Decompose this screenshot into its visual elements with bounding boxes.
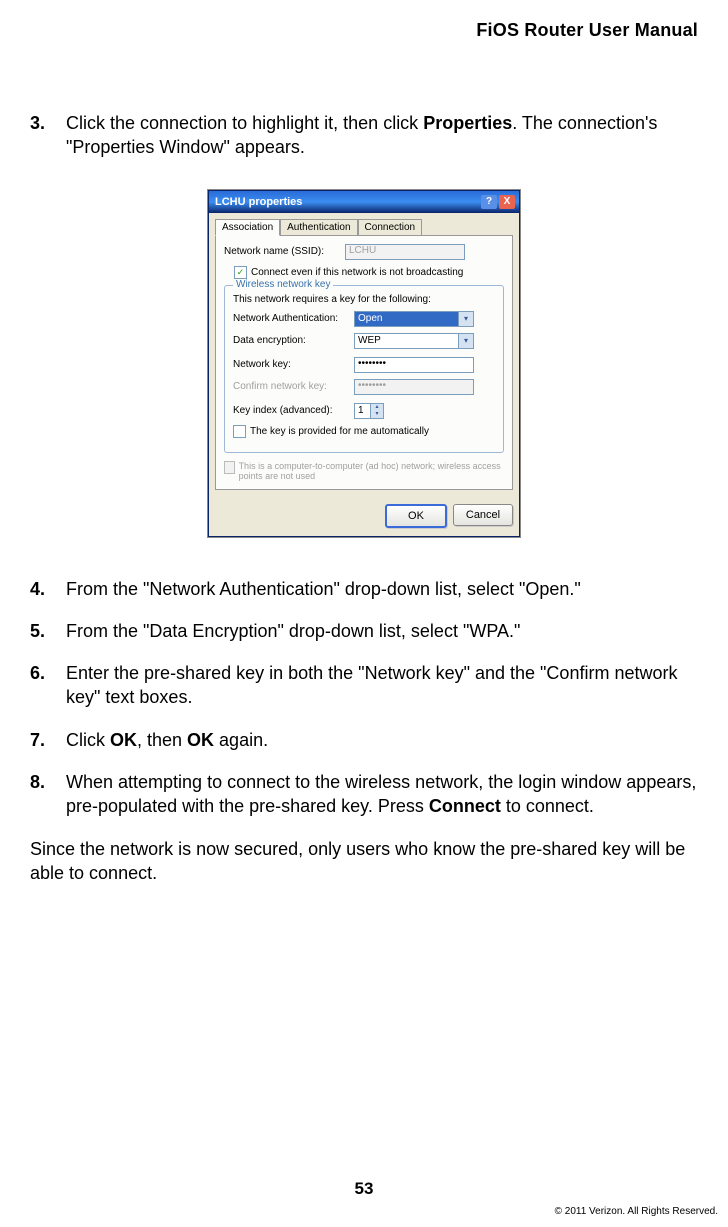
help-icon[interactable]: ? (481, 195, 497, 209)
step-number: 5. (30, 619, 66, 643)
cancel-button[interactable]: Cancel (453, 504, 513, 526)
page-number: 53 (0, 1179, 728, 1199)
dialog-titlebar: LCHU properties ? X (209, 191, 519, 213)
adhoc-row: This is a computer-to-computer (ad hoc) … (224, 461, 504, 481)
figure-container: LCHU properties ? X Association Authenti… (30, 190, 698, 537)
page-header: FiOS Router User Manual (30, 20, 698, 41)
key-index-label: Key index (advanced): (233, 405, 348, 416)
step-4: 4. From the "Network Authentication" dro… (30, 577, 698, 601)
ok-button[interactable]: OK (385, 504, 447, 528)
step-6: 6. Enter the pre-shared key in both the … (30, 661, 698, 710)
step-7: 7. Click OK, then OK again. (30, 728, 698, 752)
chevron-down-icon: ▾ (458, 334, 473, 348)
step-text: Enter the pre-shared key in both the "Ne… (66, 661, 698, 710)
close-icon[interactable]: X (499, 195, 515, 209)
adhoc-label: This is a computer-to-computer (ad hoc) … (239, 461, 504, 481)
step-text: When attempting to connect to the wirele… (66, 770, 698, 819)
auto-key-checkbox[interactable] (233, 425, 246, 438)
adhoc-checkbox (224, 461, 235, 474)
step-8: 8. When attempting to connect to the wir… (30, 770, 698, 819)
enc-label: Data encryption: (233, 335, 348, 346)
bold-term: OK (110, 730, 137, 750)
step-number: 6. (30, 661, 66, 710)
closing-paragraph: Since the network is now secured, only u… (30, 837, 698, 886)
key-index-value: 1 (358, 405, 364, 416)
spinner-arrows-icon[interactable]: ▴▾ (370, 404, 383, 418)
step-number: 7. (30, 728, 66, 752)
ssid-label: Network name (SSID): (224, 246, 339, 257)
connect-broadcast-checkbox[interactable]: ✓ (234, 266, 247, 279)
dialog-title: LCHU properties (215, 196, 302, 208)
network-key-input[interactable]: •••••••• (354, 357, 474, 373)
step-text: From the "Network Authentication" drop-d… (66, 577, 698, 601)
auto-key-label: The key is provided for me automatically (250, 426, 429, 437)
properties-dialog: LCHU properties ? X Association Authenti… (208, 190, 520, 537)
step-number: 8. (30, 770, 66, 819)
tab-connection[interactable]: Connection (358, 219, 423, 236)
step-text: Click OK, then OK again. (66, 728, 698, 752)
tab-authentication[interactable]: Authentication (280, 219, 357, 236)
connect-broadcast-label: Connect even if this network is not broa… (251, 267, 463, 278)
key-label: Network key: (233, 359, 348, 370)
tab-panel-association: Network name (SSID): LCHU ✓ Connect even… (215, 235, 513, 490)
step-list-continued: 4. From the "Network Authentication" dro… (30, 577, 698, 819)
ssid-input[interactable]: LCHU (345, 244, 465, 260)
bold-term: Properties (423, 113, 512, 133)
step-number: 3. (30, 111, 66, 160)
fieldset-desc: This network requires a key for the foll… (233, 294, 495, 305)
key-index-spinner[interactable]: 1 ▴▾ (354, 403, 384, 419)
auth-label: Network Authentication: (233, 313, 348, 324)
enc-value: WEP (358, 335, 381, 346)
bold-term: OK (187, 730, 214, 750)
auth-select[interactable]: Open ▾ (354, 311, 474, 327)
encryption-select[interactable]: WEP ▾ (354, 333, 474, 349)
tab-strip: Association Authentication Connection (215, 219, 513, 236)
manual-page: FiOS Router User Manual 3. Click the con… (0, 0, 728, 1227)
step-number: 4. (30, 577, 66, 601)
wireless-key-fieldset: Wireless network key This network requir… (224, 285, 504, 453)
step-3: 3. Click the connection to highlight it,… (30, 111, 698, 160)
bold-term: Connect (429, 796, 501, 816)
confirm-key-input[interactable]: •••••••• (354, 379, 474, 395)
step-text: Click the connection to highlight it, th… (66, 111, 698, 160)
step-5: 5. From the "Data Encryption" drop-down … (30, 619, 698, 643)
chevron-down-icon: ▾ (458, 312, 473, 326)
confirm-key-label: Confirm network key: (233, 381, 348, 392)
auth-value: Open (358, 313, 382, 324)
step-list: 3. Click the connection to highlight it,… (30, 111, 698, 160)
tab-association[interactable]: Association (215, 219, 280, 236)
copyright: © 2011 Verizon. All Rights Reserved. (555, 1206, 718, 1217)
fieldset-legend: Wireless network key (233, 279, 333, 290)
step-text: From the "Data Encryption" drop-down lis… (66, 619, 698, 643)
